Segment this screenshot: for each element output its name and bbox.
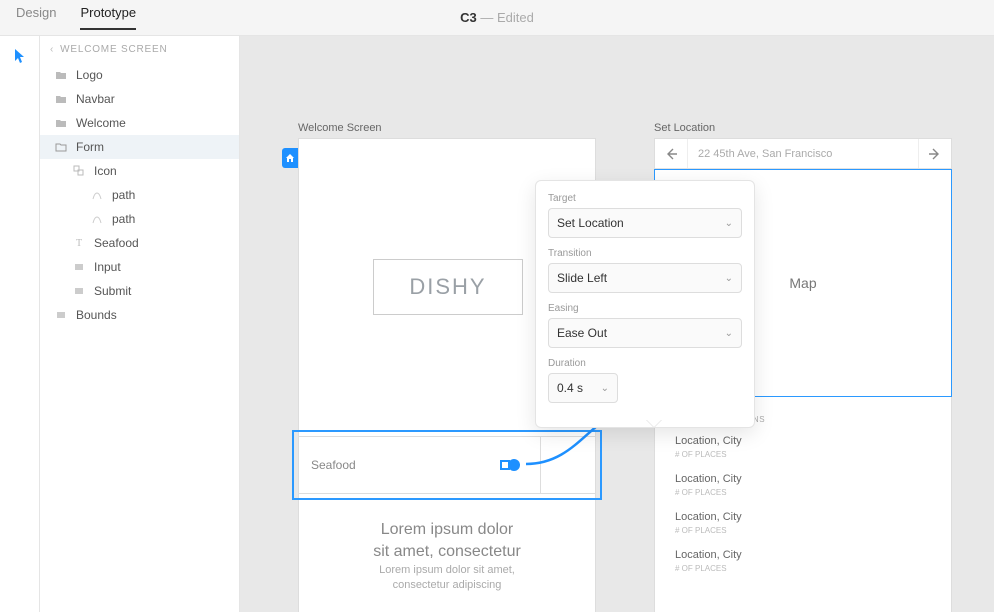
transition-select[interactable]: Slide Left ⌄ — [548, 263, 742, 293]
heading-line1: Lorem ipsum dolor — [381, 521, 514, 538]
rect-icon — [72, 260, 86, 274]
form-row[interactable]: Seafood — [298, 436, 596, 494]
target-select[interactable]: Set Location ⌄ — [548, 208, 742, 238]
recent-title: Location, City — [675, 511, 742, 523]
sub-line1: Lorem ipsum dolor sit amet, — [379, 564, 515, 576]
recent-title: Location, City — [675, 435, 742, 447]
easing-value: Ease Out — [557, 326, 607, 340]
folder-open-icon — [54, 140, 68, 154]
layer-input[interactable]: Input — [40, 255, 239, 279]
layer-label: Icon — [94, 164, 117, 178]
recent-title: Location, City — [675, 549, 742, 561]
document-title: C3 — Edited — [460, 10, 534, 25]
rect-icon — [72, 284, 86, 298]
layer-form[interactable]: Form — [40, 135, 239, 159]
welcome-heading: Lorem ipsum dolor sit amet, consectetur — [299, 519, 595, 562]
doc-status: — Edited — [480, 10, 533, 25]
layer-path[interactable]: path — [40, 183, 239, 207]
location-search-bar: 22 45th Ave, San Francisco — [655, 139, 951, 169]
top-bar: Design Prototype C3 — Edited — [0, 0, 994, 36]
duration-value: 0.4 s — [557, 381, 583, 395]
logo-box: DISHY — [373, 259, 523, 315]
canvas[interactable]: Welcome Screen DISHY Lorem ipsum dolor s… — [240, 36, 994, 612]
layer-label: Seafood — [94, 236, 139, 250]
recent-sub: # OF PLACES — [675, 488, 742, 497]
tab-design[interactable]: Design — [16, 5, 56, 30]
duration-label: Duration — [548, 358, 742, 369]
folder-icon — [54, 116, 68, 130]
artboard-label-welcome[interactable]: Welcome Screen — [298, 122, 382, 134]
mode-tabs: Design Prototype — [16, 5, 136, 30]
folder-icon — [54, 68, 68, 82]
tool-rail — [0, 36, 40, 612]
layer-submit[interactable]: Submit — [40, 279, 239, 303]
duration-select[interactable]: 0.4 s ⌄ — [548, 373, 618, 403]
transition-value: Slide Left — [557, 271, 607, 285]
chevron-down-icon: ⌄ — [725, 273, 733, 284]
chevron-left-icon: ‹ — [50, 44, 54, 55]
recent-sub: # OF PLACES — [675, 564, 742, 573]
path-icon — [90, 188, 104, 202]
recent-location-item[interactable]: Location, City # OF PLACES — [675, 511, 742, 535]
rect-icon — [54, 308, 68, 322]
recent-location-item[interactable]: Location, City # OF PLACES — [675, 435, 742, 459]
layer-label: Navbar — [76, 92, 115, 106]
heading-line2: sit amet, consectetur — [373, 543, 521, 560]
target-label: Target — [548, 193, 742, 204]
address-input[interactable]: 22 45th Ave, San Francisco — [687, 139, 919, 168]
chevron-down-icon: ⌄ — [725, 328, 733, 339]
tab-prototype[interactable]: Prototype — [80, 5, 136, 30]
interaction-popover: Target Set Location ⌄ Transition Slide L… — [535, 180, 755, 428]
layer-label: Submit — [94, 284, 131, 298]
target-value: Set Location — [557, 216, 624, 230]
layer-bounds[interactable]: Bounds — [40, 303, 239, 327]
recent-location-item[interactable]: Location, City # OF PLACES — [675, 549, 742, 573]
layer-label: Welcome — [76, 116, 126, 130]
folder-icon — [54, 92, 68, 106]
component-icon — [72, 164, 86, 178]
path-icon — [90, 212, 104, 226]
layer-label: Logo — [76, 68, 103, 82]
artboard-label-location[interactable]: Set Location — [654, 122, 715, 134]
layer-welcome[interactable]: Welcome — [40, 111, 239, 135]
easing-label: Easing — [548, 303, 742, 314]
layer-seafood[interactable]: T Seafood — [40, 231, 239, 255]
layer-label: Form — [76, 140, 104, 154]
layers-panel-title: WELCOME SCREEN — [60, 44, 167, 55]
sub-line2: consectetur adipiscing — [393, 579, 502, 591]
pointer-tool-icon[interactable] — [12, 48, 28, 69]
chevron-down-icon: ⌄ — [725, 218, 733, 229]
layer-label: Bounds — [76, 308, 117, 322]
recent-sub: # OF PLACES — [675, 450, 742, 459]
back-button[interactable] — [655, 139, 687, 168]
layer-path[interactable]: path — [40, 207, 239, 231]
recent-sub: # OF PLACES — [675, 526, 742, 535]
transition-label: Transition — [548, 248, 742, 259]
layer-icon[interactable]: Icon — [40, 159, 239, 183]
welcome-sub: Lorem ipsum dolor sit amet, consectetur … — [299, 563, 595, 594]
layers-panel-header[interactable]: ‹ WELCOME SCREEN — [40, 36, 239, 63]
home-artboard-badge[interactable] — [282, 148, 298, 168]
layers-panel: ‹ WELCOME SCREEN Logo Navbar Welcome For… — [40, 36, 240, 612]
submit-button[interactable] — [541, 437, 595, 493]
doc-name: C3 — [460, 10, 477, 25]
layer-label: Input — [94, 260, 121, 274]
text-icon: T — [72, 236, 86, 250]
layer-navbar[interactable]: Navbar — [40, 87, 239, 111]
recent-location-item[interactable]: Location, City # OF PLACES — [675, 473, 742, 497]
layer-label: path — [112, 188, 135, 202]
layer-logo[interactable]: Logo — [40, 63, 239, 87]
layer-label: path — [112, 212, 135, 226]
easing-select[interactable]: Ease Out ⌄ — [548, 318, 742, 348]
go-button[interactable] — [919, 139, 951, 168]
prototype-connection-handle[interactable] — [500, 458, 524, 472]
recent-title: Location, City — [675, 473, 742, 485]
chevron-down-icon: ⌄ — [601, 383, 609, 394]
